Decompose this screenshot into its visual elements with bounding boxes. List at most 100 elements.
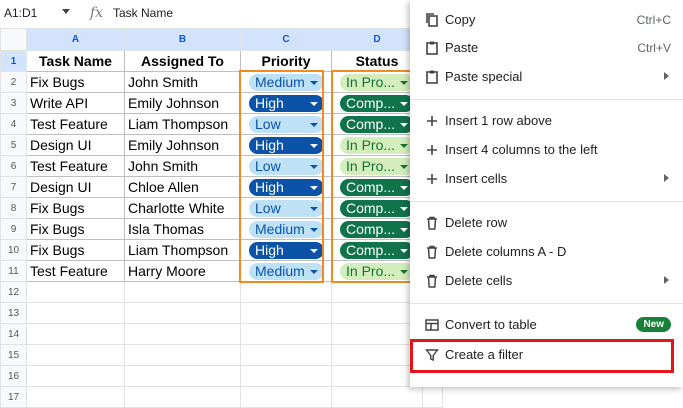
row-header[interactable]: 16	[0, 365, 27, 387]
row-header[interactable]: 8	[0, 197, 27, 219]
empty-cell[interactable]	[124, 281, 241, 303]
chip-dropdown-icon[interactable]	[400, 270, 408, 274]
chip-dropdown-icon[interactable]	[310, 249, 318, 253]
priority-chip[interactable]: Low	[249, 200, 324, 217]
empty-cell[interactable]	[124, 302, 241, 324]
status-cell[interactable]: In Pro...	[331, 155, 423, 177]
assigned-cell[interactable]: John Smith	[124, 155, 241, 177]
priority-cell[interactable]: Low	[240, 197, 332, 219]
row-header[interactable]: 10	[0, 239, 27, 261]
name-box-dropdown-icon[interactable]	[62, 9, 70, 14]
chip-dropdown-icon[interactable]	[400, 102, 408, 106]
row-header[interactable]: 11	[0, 260, 27, 282]
chip-dropdown-icon[interactable]	[400, 144, 408, 148]
status-cell[interactable]: In Pro...	[331, 260, 423, 282]
task-cell[interactable]: Fix Bugs	[26, 218, 125, 240]
empty-cell[interactable]	[331, 365, 423, 387]
status-cell[interactable]: In Pro...	[331, 134, 423, 156]
name-box[interactable]: A1:D1	[4, 6, 37, 20]
priority-cell[interactable]: Low	[240, 113, 332, 135]
task-cell[interactable]: Test Feature	[26, 113, 125, 135]
menu-item-insert-row[interactable]: Insert 1 row above	[410, 107, 683, 135]
chip-dropdown-icon[interactable]	[310, 123, 318, 127]
assigned-cell[interactable]: John Smith	[124, 71, 241, 93]
menu-item-delete-cells[interactable]: Delete cells	[410, 267, 683, 295]
status-chip[interactable]: In Pro...	[340, 263, 414, 280]
empty-cell[interactable]	[26, 302, 125, 324]
empty-cell[interactable]	[26, 365, 125, 387]
empty-cell[interactable]	[240, 344, 332, 366]
priority-chip[interactable]: Low	[249, 158, 324, 175]
empty-cell[interactable]	[124, 365, 241, 387]
empty-cell[interactable]	[331, 281, 423, 303]
assigned-cell[interactable]: Chloe Allen	[124, 176, 241, 198]
chip-dropdown-icon[interactable]	[310, 207, 318, 211]
row-header[interactable]: 5	[0, 134, 27, 156]
header-cell-priority[interactable]: Priority	[240, 50, 332, 72]
assigned-cell[interactable]: Emily Johnson	[124, 134, 241, 156]
chip-dropdown-icon[interactable]	[400, 228, 408, 232]
task-cell[interactable]: Fix Bugs	[26, 197, 125, 219]
priority-cell[interactable]: Medium	[240, 71, 332, 93]
status-chip[interactable]: Comp...	[340, 116, 414, 133]
menu-item-delete-row[interactable]: Delete row	[410, 209, 683, 237]
empty-cell[interactable]	[124, 344, 241, 366]
row-header[interactable]: 13	[0, 302, 27, 324]
row-header[interactable]: 6	[0, 155, 27, 177]
status-chip[interactable]: In Pro...	[340, 137, 414, 154]
status-cell[interactable]: In Pro...	[331, 71, 423, 93]
empty-cell[interactable]	[124, 386, 241, 408]
status-chip[interactable]: Comp...	[340, 179, 414, 196]
priority-chip[interactable]: Medium	[249, 263, 324, 280]
priority-cell[interactable]: High	[240, 92, 332, 114]
priority-chip[interactable]: Medium	[249, 221, 324, 238]
formula-input[interactable]: Task Name	[113, 6, 173, 20]
status-cell[interactable]: Comp...	[331, 92, 423, 114]
task-cell[interactable]: Write API	[26, 92, 125, 114]
empty-cell[interactable]	[240, 386, 332, 408]
status-chip[interactable]: Comp...	[340, 95, 414, 112]
chip-dropdown-icon[interactable]	[310, 81, 318, 85]
empty-cell[interactable]	[422, 386, 443, 408]
status-cell[interactable]: Comp...	[331, 197, 423, 219]
column-header-a[interactable]: A	[26, 28, 125, 51]
task-cell[interactable]: Design UI	[26, 134, 125, 156]
menu-item-delete-columns[interactable]: Delete columns A - D	[410, 238, 683, 266]
row-header[interactable]: 12	[0, 281, 27, 303]
empty-cell[interactable]	[331, 323, 423, 345]
select-all-corner[interactable]	[0, 28, 27, 51]
status-cell[interactable]: Comp...	[331, 176, 423, 198]
menu-item-paste-special[interactable]: Paste special	[410, 63, 683, 91]
empty-cell[interactable]	[26, 344, 125, 366]
status-chip[interactable]: Comp...	[340, 242, 414, 259]
column-header-d[interactable]: D	[331, 28, 423, 51]
priority-cell[interactable]: High	[240, 239, 332, 261]
empty-cell[interactable]	[331, 386, 423, 408]
menu-item-insert-cells[interactable]: Insert cells	[410, 165, 683, 193]
priority-chip[interactable]: High	[249, 242, 324, 259]
assigned-cell[interactable]: Emily Johnson	[124, 92, 241, 114]
empty-cell[interactable]	[331, 344, 423, 366]
chip-dropdown-icon[interactable]	[400, 186, 408, 190]
row-header[interactable]: 2	[0, 71, 27, 93]
priority-cell[interactable]: High	[240, 176, 332, 198]
row-header[interactable]: 14	[0, 323, 27, 345]
status-cell[interactable]: Comp...	[331, 239, 423, 261]
task-cell[interactable]: Test Feature	[26, 260, 125, 282]
menu-item-paste[interactable]: Paste Ctrl+V	[410, 34, 683, 62]
chip-dropdown-icon[interactable]	[310, 270, 318, 274]
empty-cell[interactable]	[331, 302, 423, 324]
empty-cell[interactable]	[124, 323, 241, 345]
status-cell[interactable]: Comp...	[331, 218, 423, 240]
status-cell[interactable]: Comp...	[331, 113, 423, 135]
menu-item-insert-columns[interactable]: Insert 4 columns to the left	[410, 136, 683, 164]
chip-dropdown-icon[interactable]	[310, 186, 318, 190]
empty-cell[interactable]	[240, 323, 332, 345]
menu-item-copy[interactable]: Copy Ctrl+C	[410, 6, 683, 34]
chip-dropdown-icon[interactable]	[310, 144, 318, 148]
assigned-cell[interactable]: Charlotte White	[124, 197, 241, 219]
assigned-cell[interactable]: Harry Moore	[124, 260, 241, 282]
priority-cell[interactable]: High	[240, 134, 332, 156]
empty-cell[interactable]	[240, 302, 332, 324]
priority-chip[interactable]: High	[249, 95, 324, 112]
